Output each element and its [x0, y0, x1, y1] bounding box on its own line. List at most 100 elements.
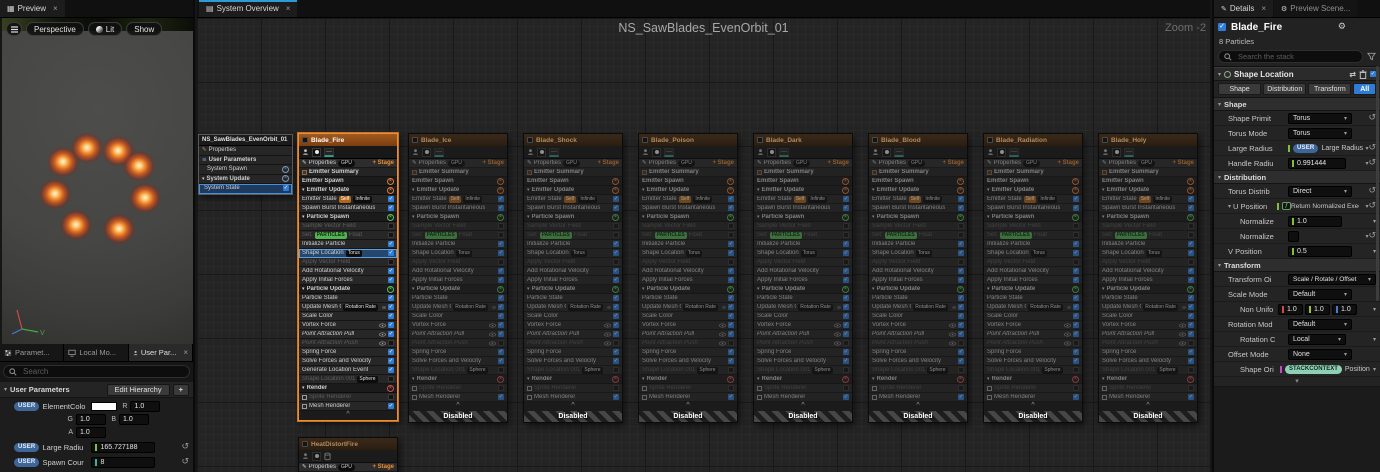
node-row-apply-initial-forces[interactable]: Apply Initial Forces ✓	[869, 276, 967, 285]
module-checkbox-checked[interactable]: ✓	[498, 196, 504, 202]
node-row-spawn-burst-instantaneous[interactable]: Spawn Burst Instantaneous ✓	[409, 204, 507, 213]
node-row-emitter-summary[interactable]: Emitter Summary	[754, 168, 852, 177]
node-row-mesh-renderer[interactable]: Mesh Renderer ✓	[299, 402, 397, 411]
module-checkbox-unchecked[interactable]	[498, 385, 504, 391]
details-expand-footer[interactable]: ▾	[1214, 377, 1380, 387]
module-checkbox-checked[interactable]: ✓	[498, 331, 504, 337]
node-row-apply-vector-field[interactable]: Apply Vector Field	[409, 258, 507, 267]
node-row-point-attraction-push[interactable]: Point Attraction Push	[409, 339, 507, 348]
emitter-enabled-checkbox[interactable]	[642, 137, 648, 143]
emitter-thumbnail[interactable]	[767, 147, 776, 157]
node-row-spawn-burst-instantaneous[interactable]: Spawn Burst Instantaneous ✓	[639, 204, 737, 213]
module-checkbox-checked[interactable]: ✓	[388, 205, 394, 211]
module-checkbox-unchecked[interactable]	[498, 340, 504, 346]
module-checkbox-checked[interactable]: ✓	[843, 394, 849, 400]
node-row-add-rotational-velocity[interactable]: Add Rotational Velocity ✓	[639, 267, 737, 276]
close-icon[interactable]: ×	[183, 348, 188, 357]
emitter-node-blade-poison[interactable]: Blade_Poison — ✎ Properties GPU + Stage Emitte…	[638, 133, 738, 423]
module-checkbox-checked[interactable]: ✓	[843, 268, 849, 274]
node-row-sample-vector-field[interactable]: Sample Vector Field	[754, 222, 852, 231]
module-checkbox-checked[interactable]: ✓	[958, 358, 964, 364]
node-row-spring-force[interactable]: Spring Force ✓	[1099, 348, 1197, 357]
color-swatch[interactable]	[91, 401, 118, 411]
module-checkbox-checked[interactable]: ✓	[613, 322, 619, 328]
node-row-spring-force[interactable]: Spring Force ✓	[869, 348, 967, 357]
node-row-shape-location-001[interactable]: Shape Location 001 Sphere	[869, 366, 967, 375]
node-row-particle-spawn[interactable]: ▾ Particle Spawn ×	[1099, 213, 1197, 222]
emitter-header[interactable]: Blade_Poison	[639, 134, 737, 146]
node-row-scale-color[interactable]: Scale Color ✓	[299, 312, 397, 321]
node-row-particle-update[interactable]: ▾ Particle Update ×	[409, 285, 507, 294]
add-stage-button[interactable]: + Stage	[942, 160, 964, 166]
node-row-apply-vector-field[interactable]: Apply Vector Field	[524, 258, 622, 267]
module-checkbox-checked[interactable]: ✓	[843, 250, 849, 256]
reset-icon[interactable]: ↺	[1368, 158, 1376, 168]
node-row-shape-location[interactable]: Shape Location Torus ✓	[299, 249, 397, 258]
node-row-shape-location-001[interactable]: Shape Location 001 Sphere	[754, 366, 852, 375]
module-checkbox-checked[interactable]: ✓	[1188, 205, 1194, 211]
node-row-shape-location[interactable]: Shape Location Torus ✓	[409, 249, 507, 258]
chevron-down-icon[interactable]: ▾	[527, 187, 530, 193]
node-row-render[interactable]: ▾ Render ×	[409, 375, 507, 384]
node-row-scale-color[interactable]: Scale Color ✓	[639, 312, 737, 321]
reset-icon[interactable]: ↺	[1368, 113, 1376, 123]
minimized-tab-icon[interactable]: —	[1009, 147, 1019, 157]
node-row-particle-state[interactable]: Particle State ✓	[409, 294, 507, 303]
system-node-title[interactable]: NS_SawBlades_EvenOrbit_01	[199, 135, 292, 146]
module-checkbox-checked[interactable]: ✓	[613, 358, 619, 364]
module-checkbox-checked[interactable]: ✓	[613, 331, 619, 337]
node-row-point-attraction-pull[interactable]: Point Attraction Pull ✓	[869, 330, 967, 339]
filter-transform-button[interactable]: Transform	[1308, 83, 1352, 95]
node-row-spring-force[interactable]: Spring Force ✓	[754, 348, 852, 357]
module-checkbox-unchecked[interactable]	[958, 232, 964, 238]
normalize-toggle[interactable]	[1288, 230, 1299, 242]
module-checkbox-unchecked[interactable]	[1073, 232, 1079, 238]
module-checkbox-checked[interactable]: ✓	[728, 322, 734, 328]
module-checkbox-checked[interactable]: ✓	[1188, 349, 1194, 355]
node-row-particle-state[interactable]: Particle State ✓	[869, 294, 967, 303]
module-checkbox-checked[interactable]: ✓	[1188, 196, 1194, 202]
module-checkbox-unchecked[interactable]	[843, 385, 849, 391]
node-row-particle-update[interactable]: ▾ Particle Update ×	[299, 285, 397, 294]
node-row-properties[interactable]: ✎ Properties GPU + Stage	[299, 159, 397, 168]
node-row-mesh-renderer[interactable]: Mesh Renderer ✓	[639, 393, 737, 402]
collapse-stack-button[interactable]: ^	[524, 402, 622, 411]
collapse-stack-button[interactable]: ^	[1099, 402, 1197, 411]
node-row-apply-initial-forces[interactable]: Apply Initial Forces ✓	[754, 276, 852, 285]
node-row-vortex-force[interactable]: Vortex Force ✓	[639, 321, 737, 330]
node-row-vortex-force[interactable]: Vortex Force ✓	[524, 321, 622, 330]
node-row-shape-location[interactable]: Shape Location Torus ✓	[869, 249, 967, 258]
stack-search-input[interactable]	[1236, 51, 1357, 62]
module-checkbox-checked[interactable]: ✓	[388, 331, 394, 337]
emitter-enabled-checkbox[interactable]	[757, 137, 763, 143]
expand-icon[interactable]: ▾	[1373, 366, 1376, 373]
emitter-thumbnail[interactable]	[312, 451, 321, 461]
module-checkbox-checked[interactable]: ✓	[1188, 313, 1194, 319]
node-row-sprite-renderer[interactable]: Sprite Renderer	[524, 384, 622, 393]
checkbox-checked[interactable]: ✓	[283, 185, 289, 192]
node-row-scale-color[interactable]: Scale Color ✓	[754, 312, 852, 321]
shape-primitive-dropdown[interactable]: Torus ▾	[1288, 112, 1352, 124]
system-row-properties[interactable]: ✎ Properties	[199, 146, 292, 156]
module-checkbox-unchecked[interactable]	[1188, 259, 1194, 265]
module-checkbox-checked[interactable]: ✓	[388, 313, 394, 319]
node-row-solve-forces-and-velocity[interactable]: Solve Forces and Velocity ✓	[1099, 357, 1197, 366]
emitter-thumbnail[interactable]	[422, 147, 431, 157]
filter-shape-button[interactable]: Shape	[1218, 83, 1262, 95]
node-row-particle-state[interactable]: Particle State ✓	[299, 294, 397, 303]
module-checkbox-unchecked[interactable]	[958, 340, 964, 346]
torus-mode-dropdown[interactable]: Torus ▾	[1288, 127, 1352, 139]
module-checkbox-checked[interactable]: ✓	[613, 250, 619, 256]
node-row-update-mesh-orientation[interactable]: Update Mesh OrientationRotation Rate ✓	[984, 303, 1082, 312]
module-checkbox-checked[interactable]: ✓	[613, 277, 619, 283]
node-row-sample-vector-field[interactable]: Sample Vector Field	[409, 222, 507, 231]
module-checkbox-checked[interactable]: ✓	[958, 241, 964, 247]
module-checkbox-checked[interactable]: ✓	[613, 205, 619, 211]
module-checkbox-checked[interactable]: ✓	[958, 277, 964, 283]
emitter-thumbnail[interactable]	[1112, 147, 1121, 157]
emitter-node-blade-fire[interactable]: Blade_Fire — ✎ Properties GPU + Stage Emitter …	[298, 133, 398, 421]
module-checkbox-unchecked[interactable]	[728, 340, 734, 346]
chevron-down-icon[interactable]: ▾	[412, 286, 415, 292]
close-icon[interactable]: ×	[286, 4, 291, 13]
close-icon[interactable]: ×	[53, 4, 58, 13]
